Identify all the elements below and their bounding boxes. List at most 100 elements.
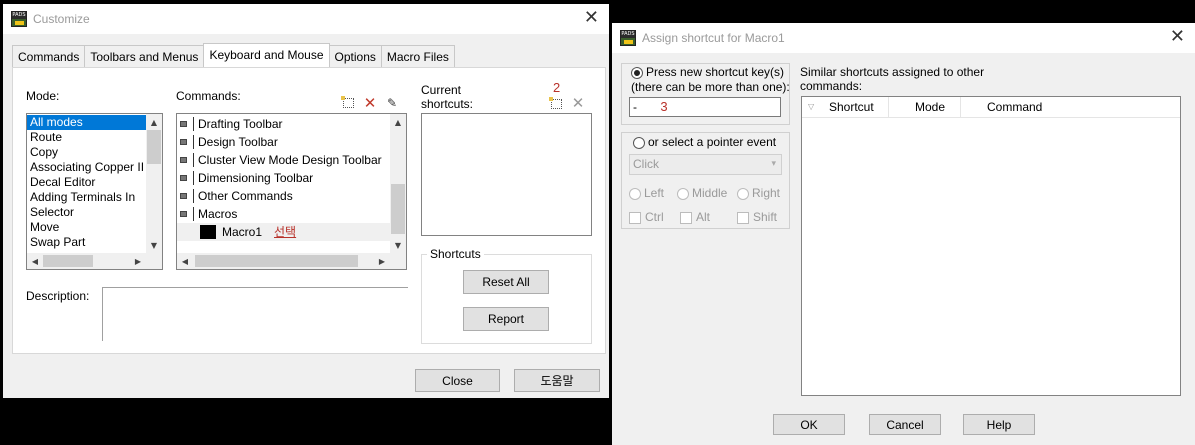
command-group-item[interactable]: Dimensioning Toolbar <box>177 169 390 187</box>
assign-close-icon[interactable]: ✕ <box>1170 28 1185 46</box>
commands-vertical-scrollbar[interactable]: ▲ ▼ <box>390 114 406 253</box>
folder-icon <box>180 175 187 181</box>
shortcuts-group-caption: Shortcuts <box>427 247 484 261</box>
help-button[interactable]: Help <box>963 414 1035 435</box>
mode-label: Mode: <box>26 89 60 103</box>
similar-shortcuts-table[interactable]: ▽ Shortcut Mode Command <box>801 96 1181 396</box>
scroll-thumb[interactable] <box>195 255 358 267</box>
shortcut-key-field[interactable]: - 3 <box>629 97 781 117</box>
scroll-thumb[interactable] <box>391 184 405 234</box>
customize-close-icon[interactable]: ✕ <box>584 9 599 27</box>
scroll-thumb[interactable] <box>43 255 93 267</box>
left-button-radio[interactable]: Left <box>629 186 664 200</box>
scroll-left-arrow-icon[interactable]: ◀ <box>177 253 193 269</box>
scroll-right-arrow-icon[interactable]: ▶ <box>374 253 390 269</box>
current-shortcuts-label: Current shortcuts: <box>421 83 474 111</box>
report-button[interactable]: Report <box>463 307 549 331</box>
scroll-down-arrow-icon[interactable]: ▼ <box>390 237 406 253</box>
folder-icon <box>180 139 187 145</box>
mode-item[interactable]: Move <box>27 220 146 235</box>
customize-dialog: Customize ✕ Commands Toolbars and Menus … <box>3 4 609 398</box>
alt-checkbox[interactable]: Alt <box>680 210 710 224</box>
command-group-item[interactable]: Other Commands <box>177 187 390 205</box>
mode-vertical-scrollbar[interactable]: ▲ ▼ <box>146 114 162 253</box>
customize-titlebar: Customize ✕ <box>3 4 609 34</box>
commands-label: Commands: <box>176 89 241 103</box>
cancel-button[interactable]: Cancel <box>869 414 941 435</box>
scroll-thumb[interactable] <box>147 130 161 164</box>
description-label: Description: <box>26 289 90 303</box>
delete-command-icon[interactable]: ✕ <box>362 94 378 112</box>
edit-command-icon[interactable]: ✎ <box>384 95 400 111</box>
command-group-item[interactable]: Drafting Toolbar <box>177 115 390 133</box>
tab-keyboard-and-mouse[interactable]: Keyboard and Mouse <box>203 43 330 67</box>
close-button[interactable]: Close <box>415 369 500 392</box>
assign-shortcut-dialog: Assign shortcut for Macro1 ✕ Press new s… <box>612 23 1195 445</box>
folder-icon <box>180 157 187 163</box>
scroll-corner <box>146 253 162 269</box>
similar-shortcuts-label: Similar shortcuts assigned to other <box>800 65 985 79</box>
middle-button-radio[interactable]: Middle <box>677 186 727 200</box>
help-button[interactable]: 도움말 <box>514 369 600 392</box>
current-shortcuts-list[interactable] <box>421 113 592 236</box>
mode-item[interactable]: Swap Part <box>27 235 146 250</box>
tab-options[interactable]: Options <box>328 45 382 67</box>
step-3-marker: 3 <box>660 99 668 114</box>
select-annotation: 선택 <box>274 225 297 239</box>
column-header-shortcut[interactable]: ▽ Shortcut <box>802 97 889 118</box>
new-shortcut-icon[interactable] <box>548 96 564 112</box>
mode-item[interactable]: Route <box>27 130 146 145</box>
column-header-mode[interactable]: Mode <box>889 97 961 118</box>
customize-title: Customize <box>33 12 90 26</box>
folder-icon <box>180 193 187 199</box>
new-command-icon[interactable] <box>340 95 356 111</box>
similar-shortcuts-label-2: commands: <box>800 79 863 93</box>
delete-shortcut-icon[interactable]: ✕ <box>570 94 586 112</box>
pads-app-icon <box>620 30 636 46</box>
mode-item[interactable]: All modes <box>27 115 146 130</box>
scroll-right-arrow-icon[interactable]: ▶ <box>130 253 146 269</box>
ctrl-checkbox[interactable]: Ctrl <box>629 210 664 224</box>
tab-toolbars-and-menus[interactable]: Toolbars and Menus <box>84 45 205 67</box>
tab-commands[interactable]: Commands <box>12 45 86 67</box>
keyboard-mouse-panel: Mode: All modes Route Copy Associating C… <box>12 67 606 354</box>
scroll-down-arrow-icon[interactable]: ▼ <box>146 237 162 253</box>
mode-item[interactable]: Copy <box>27 145 146 160</box>
mode-item[interactable]: Selector <box>27 205 146 220</box>
mode-item[interactable]: Decal Editor <box>27 175 146 190</box>
press-shortcut-radio-label[interactable]: Press new shortcut key(s) <box>631 66 784 79</box>
pads-app-icon <box>11 11 27 27</box>
scroll-up-arrow-icon[interactable]: ▲ <box>390 114 406 130</box>
assign-titlebar: Assign shortcut for Macro1 ✕ <box>612 23 1195 53</box>
table-header: ▽ Shortcut Mode Command <box>802 97 1180 118</box>
command-group-item[interactable]: Design Toolbar <box>177 133 390 151</box>
column-header-command[interactable]: Command <box>961 97 1061 118</box>
command-group-item[interactable]: Macros <box>177 205 390 223</box>
reset-all-button[interactable]: Reset All <box>463 270 549 294</box>
commands-tree[interactable]: Drafting Toolbar Design Toolbar Cluster … <box>176 113 407 270</box>
macro-icon <box>200 225 216 239</box>
shift-checkbox[interactable]: Shift <box>737 210 777 224</box>
mode-item[interactable]: Adding Terminals In <box>27 190 146 205</box>
scroll-corner <box>390 253 406 269</box>
scroll-up-arrow-icon[interactable]: ▲ <box>146 114 162 130</box>
press-shortcut-radio[interactable] <box>631 66 643 79</box>
scroll-left-arrow-icon[interactable]: ◀ <box>27 253 43 269</box>
mode-listbox[interactable]: All modes Route Copy Associating Copper … <box>26 113 163 270</box>
command-group-item[interactable]: Cluster View Mode Design Toolbar <box>177 151 390 169</box>
pointer-event-select[interactable]: Click ▾ <box>629 154 782 175</box>
customize-tabs: Commands Toolbars and Menus Keyboard and… <box>12 43 455 67</box>
folder-icon <box>180 121 187 127</box>
tab-macro-files[interactable]: Macro Files <box>380 45 455 67</box>
pointer-event-radio-label[interactable]: or select a pointer event <box>633 135 776 149</box>
macro1-item[interactable]: Macro1 선택 <box>177 223 390 241</box>
assign-title: Assign shortcut for Macro1 <box>642 31 785 45</box>
description-box <box>102 287 408 341</box>
right-button-radio[interactable]: Right <box>737 186 780 200</box>
folder-icon <box>180 211 187 217</box>
ok-button[interactable]: OK <box>773 414 845 435</box>
pointer-event-radio[interactable] <box>633 136 645 149</box>
commands-horizontal-scrollbar[interactable]: ◀ ▶ <box>177 253 390 269</box>
mode-horizontal-scrollbar[interactable]: ◀ ▶ <box>27 253 146 269</box>
mode-item[interactable]: Associating Copper II <box>27 160 146 175</box>
